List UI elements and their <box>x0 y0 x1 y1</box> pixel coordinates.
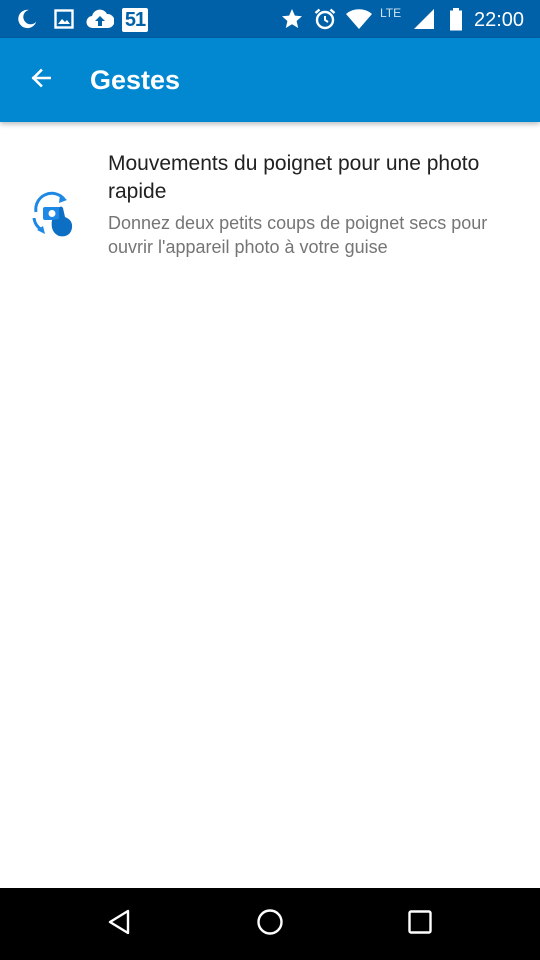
home-circle-icon <box>255 907 285 942</box>
navigation-bar <box>0 888 540 960</box>
list-item-wrist-twist[interactable]: Mouvements du poignet pour une photo rap… <box>0 138 540 278</box>
network-type-label: LTE <box>380 6 402 20</box>
star-icon <box>279 0 305 38</box>
wrist-twist-camera-icon <box>28 190 80 242</box>
alarm-icon <box>312 0 338 38</box>
nav-home-button[interactable] <box>230 894 310 954</box>
page-title: Gestes <box>90 65 181 95</box>
clock-time: 22:00 <box>474 9 525 31</box>
signal-icon <box>410 0 438 38</box>
battery-icon <box>446 0 466 38</box>
back-button[interactable] <box>18 58 64 102</box>
arrow-back-icon <box>28 65 54 96</box>
image-icon <box>52 0 76 38</box>
nav-back-button[interactable] <box>80 894 160 954</box>
preferences-list: Mouvements du poignet pour une photo rap… <box>0 122 540 888</box>
list-item-summary: Donnez deux petits coups de poignet secs… <box>108 213 488 257</box>
cloud-upload-icon <box>85 0 115 38</box>
app-bar: Gestes <box>0 38 540 122</box>
nav-recents-button[interactable] <box>380 894 460 954</box>
recents-square-icon <box>407 909 433 940</box>
list-item-title: Mouvements du poignet pour une photo rap… <box>108 152 480 203</box>
moon-icon <box>14 0 40 38</box>
wifi-icon <box>344 0 374 38</box>
status-bar: 51 LTE 22:00 <box>0 0 540 38</box>
back-triangle-icon <box>106 908 134 941</box>
notification-count-badge: 51 <box>122 8 148 32</box>
